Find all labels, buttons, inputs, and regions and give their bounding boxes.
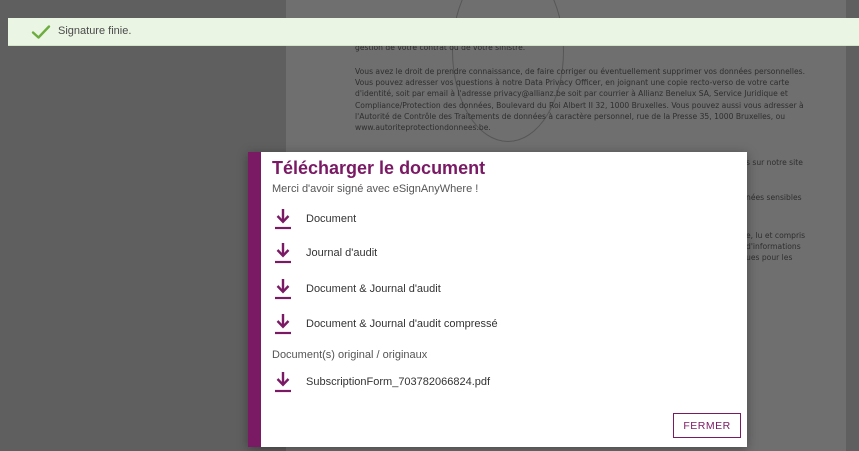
close-button[interactable]: FERMER (673, 413, 741, 438)
download-icon (275, 279, 291, 300)
notification-text: Signature finie. (58, 25, 132, 37)
originals-section-label: Document(s) original / originaux (272, 349, 428, 361)
document-fragment: nées sensibles (746, 193, 802, 202)
download-label: Document & Journal d'audit compressé (306, 318, 498, 330)
document-paragraph: Vous avez le droit de prendre connaissan… (355, 67, 806, 133)
download-document[interactable]: Document (274, 208, 694, 232)
document-fragment: ues pour les (746, 253, 793, 262)
download-original-file[interactable]: SubscriptionForm_703782066824.pdf (274, 371, 694, 395)
download-label: Journal d'audit (306, 247, 378, 259)
download-icon (275, 243, 291, 264)
download-compressed[interactable]: Document & Journal d'audit compressé (274, 313, 694, 337)
download-document-and-audit[interactable]: Document & Journal d'audit (274, 278, 694, 302)
document-fragment: d'informations (746, 242, 801, 251)
download-dialog: Télécharger le document Merci d'avoir si… (248, 152, 747, 447)
dialog-title: Télécharger le document (272, 158, 486, 178)
success-notification: Signature finie. (8, 18, 859, 46)
document-fragment: e, lu et compris (746, 231, 806, 240)
download-audit-log[interactable]: Journal d'audit (274, 242, 694, 266)
download-label: Document & Journal d'audit (306, 283, 441, 295)
download-label: SubscriptionForm_703782066824.pdf (306, 376, 491, 388)
download-icon (275, 209, 291, 230)
dialog-accent-bar (248, 152, 261, 447)
check-icon (31, 25, 51, 39)
download-icon (275, 372, 291, 393)
dialog-subtitle: Merci d'avoir signé avec eSignAnyWhere ! (272, 183, 479, 195)
download-icon (275, 314, 291, 335)
download-label: Document (306, 213, 357, 225)
document-fragment: s sur notre site (746, 158, 803, 167)
